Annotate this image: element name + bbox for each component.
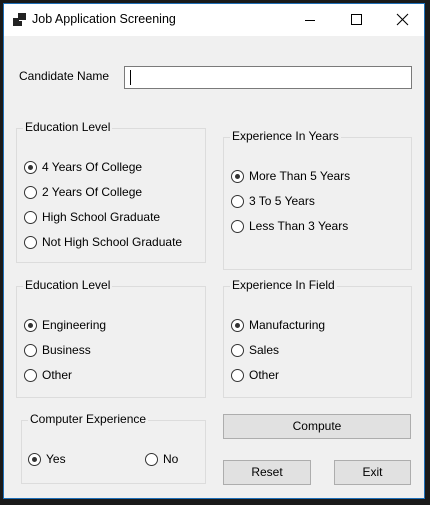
exit-button[interactable]: Exit xyxy=(334,460,411,485)
radio-label: Yes xyxy=(46,452,66,466)
radio-circle xyxy=(231,220,244,233)
close-icon xyxy=(396,13,409,26)
radio-label: Not High School Graduate xyxy=(42,235,183,249)
education-field-group: Education Level Engineering Business Oth… xyxy=(16,278,206,398)
radio-selected-dot xyxy=(28,165,33,170)
radio-circle xyxy=(24,161,37,174)
radio-circle xyxy=(24,369,37,382)
radio-circle xyxy=(231,369,244,382)
radio-circle xyxy=(24,319,37,332)
text-caret xyxy=(130,70,131,85)
radio-label: High School Graduate xyxy=(42,210,161,224)
radio-circle xyxy=(231,170,244,183)
radio-selected-dot xyxy=(235,174,240,179)
education-level-title: Education Level xyxy=(23,120,113,134)
radio-circle xyxy=(24,211,37,224)
app-window: Job Application Screening Candidate Name… xyxy=(3,3,425,499)
experience-years-title: Experience In Years xyxy=(230,129,341,143)
radio-circle xyxy=(231,344,244,357)
radio-circle xyxy=(24,344,37,357)
radio-selected-dot xyxy=(235,323,240,328)
radio-label: More Than 5 Years xyxy=(249,169,351,183)
compute-button-label: Compute xyxy=(292,419,342,433)
education-field-title: Education Level xyxy=(23,278,113,292)
compute-button[interactable]: Compute xyxy=(223,414,411,439)
candidate-name-input[interactable] xyxy=(124,66,412,89)
reset-button-label: Reset xyxy=(251,465,283,479)
experience-field-group: Experience In Field Manufacturing Sales … xyxy=(223,278,412,398)
radio-label: Other xyxy=(249,368,280,382)
radio-label: Engineering xyxy=(42,318,107,332)
radio-circle xyxy=(231,195,244,208)
radio-label: 4 Years Of College xyxy=(42,160,143,174)
maximize-icon xyxy=(351,14,362,25)
experience-field-title: Experience In Field xyxy=(230,278,337,292)
radio-circle xyxy=(24,186,37,199)
candidate-name-label: Candidate Name xyxy=(19,69,110,83)
radio-circle xyxy=(24,236,37,249)
radio-circle xyxy=(231,319,244,332)
window-title: Job Application Screening xyxy=(32,12,176,26)
computer-experience-title: Computer Experience xyxy=(28,412,149,426)
title-bar[interactable]: Job Application Screening xyxy=(4,4,424,36)
experience-years-group: Experience In Years More Than 5 Years 3 … xyxy=(223,129,412,270)
radio-label: Other xyxy=(42,368,73,382)
computer-experience-group: Computer Experience Yes No xyxy=(21,412,206,484)
radio-label: 3 To 5 Years xyxy=(249,194,315,208)
radio-selected-dot xyxy=(28,323,33,328)
radio-circle xyxy=(28,453,41,466)
radio-selected-dot xyxy=(32,457,37,462)
radio-label: Less Than 3 Years xyxy=(249,219,349,233)
radio-circle xyxy=(145,453,158,466)
app-icon xyxy=(13,13,26,26)
radio-label: Sales xyxy=(249,343,280,357)
minimize-button[interactable] xyxy=(288,4,334,36)
education-level-group: Education Level 4 Years Of College 2 Yea… xyxy=(16,120,206,263)
radio-label: Manufacturing xyxy=(249,318,326,332)
close-button[interactable] xyxy=(380,4,426,36)
reset-button[interactable]: Reset xyxy=(223,460,311,485)
maximize-button[interactable] xyxy=(334,4,380,36)
radio-label: 2 Years Of College xyxy=(42,185,143,199)
radio-label: No xyxy=(163,452,179,466)
radio-label: Business xyxy=(42,343,91,357)
exit-button-label: Exit xyxy=(362,465,383,479)
minimize-icon xyxy=(305,20,315,21)
